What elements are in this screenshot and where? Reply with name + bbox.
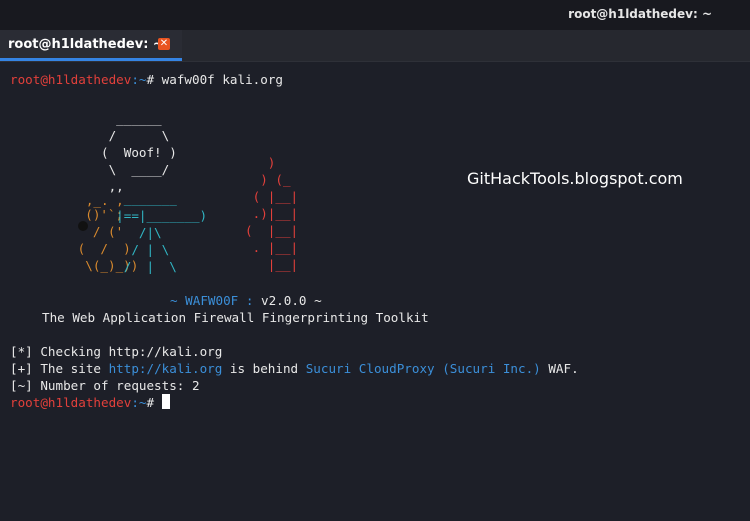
site-url[interactable]: http://kali.org: [109, 361, 223, 376]
waf-name: Sucuri CloudProxy (Sucuri Inc.): [305, 361, 541, 376]
window-title: root@h1ldathedev: ~: [568, 7, 712, 21]
banner-subtitle: The Web Application Firewall Fingerprint…: [42, 310, 429, 325]
checking-url: http://kali.org: [108, 344, 223, 359]
tab-terminal[interactable]: root@h1ldathedev: ~ ✕: [0, 30, 182, 61]
command-line: root@h1ldathedev:~# wafw00f kali.org: [10, 71, 283, 88]
checking-line: [*] Checking http://kali.org: [10, 343, 222, 360]
command-text: wafw00f kali.org: [161, 72, 283, 87]
result-line: [+] The site http://kali.org is behind S…: [10, 360, 579, 377]
behind-text: is behind: [222, 361, 306, 376]
tab-bar: root@h1ldathedev: ~ ✕: [0, 30, 750, 62]
banner-version: v2.0.0: [261, 293, 307, 308]
prompt-user-host: root@h1ldathedev: [10, 72, 132, 87]
banner-name: ~ WAFW00F :: [170, 293, 261, 308]
tab-label: root@h1ldathedev: ~: [8, 37, 164, 52]
waf-suffix: WAF.: [540, 361, 579, 376]
prompt-path: :~: [131, 395, 147, 410]
checking-prefix: [*] Checking: [10, 344, 109, 359]
banner-name-line: ~ WAFW00F : v2.0.0 ~: [170, 292, 322, 309]
requests-line: [~] Number of requests: 2: [10, 377, 200, 394]
window-titlebar[interactable]: root@h1ldathedev: ~: [0, 0, 750, 30]
prompt-user-host: root@h1ldathedev: [10, 395, 132, 410]
prompt-line[interactable]: root@h1ldathedev:~#: [10, 394, 170, 411]
close-icon[interactable]: ✕: [158, 38, 170, 50]
prompt-path: :~: [131, 72, 147, 87]
banner-tail: ~: [306, 293, 322, 308]
requests-prefix: [~] Number of requests:: [10, 378, 192, 393]
site-prefix: [+] The site: [10, 361, 109, 376]
prompt-symbol: #: [146, 72, 162, 87]
black-dot-icon: [78, 221, 88, 231]
prompt-symbol: #: [146, 395, 162, 410]
ascii-fire: ) ) (_ ( |__| .)|__| ( |__| . |__| |__|: [245, 155, 299, 272]
terminal-output[interactable]: root@h1ldathedev:~# wafw00f kali.org ___…: [0, 62, 750, 521]
watermark-text: GitHackTools.blogspot.com: [467, 169, 683, 188]
requests-count: 2: [191, 378, 200, 393]
text-cursor: [161, 394, 170, 409]
